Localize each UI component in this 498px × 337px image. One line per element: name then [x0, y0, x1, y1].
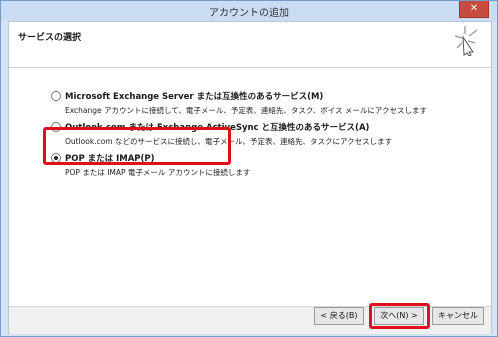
sparkle-icon: [454, 26, 478, 56]
next-button-highlight-box: [369, 303, 430, 329]
page-heading: サービスの選択: [18, 33, 82, 43]
window-title: アカウントの追加: [209, 8, 289, 19]
option-pop-imap-description: POP または IMAP 電子メール アカウントに接続します: [65, 168, 251, 177]
cancel-button[interactable]: キャンセル: [432, 307, 484, 325]
service-options: Microsoft Exchange Server または互換性のあるサービス(…: [9, 68, 491, 288]
add-account-dialog: アカウントの追加 ✕ サービスの選択 Microsoft Exchange Se…: [0, 0, 498, 337]
close-button[interactable]: ✕: [459, 1, 489, 18]
dialog-content: サービスの選択 Microsoft Exchange Server または互換性…: [8, 21, 492, 334]
title-bar[interactable]: アカウントの追加 ✕: [1, 1, 497, 21]
pop-imap-highlight-box: [43, 127, 231, 165]
option-exchange-label[interactable]: Microsoft Exchange Server または互換性のあるサービス(…: [65, 90, 323, 102]
radio-exchange[interactable]: [51, 91, 61, 101]
option-exchange-description: Exchange アカウントに接続して、電子メール、予定表、連絡先、タスク、ボイ…: [65, 106, 428, 115]
dialog-header: サービスの選択: [9, 22, 491, 68]
back-button[interactable]: < 戻る(B): [314, 307, 364, 325]
